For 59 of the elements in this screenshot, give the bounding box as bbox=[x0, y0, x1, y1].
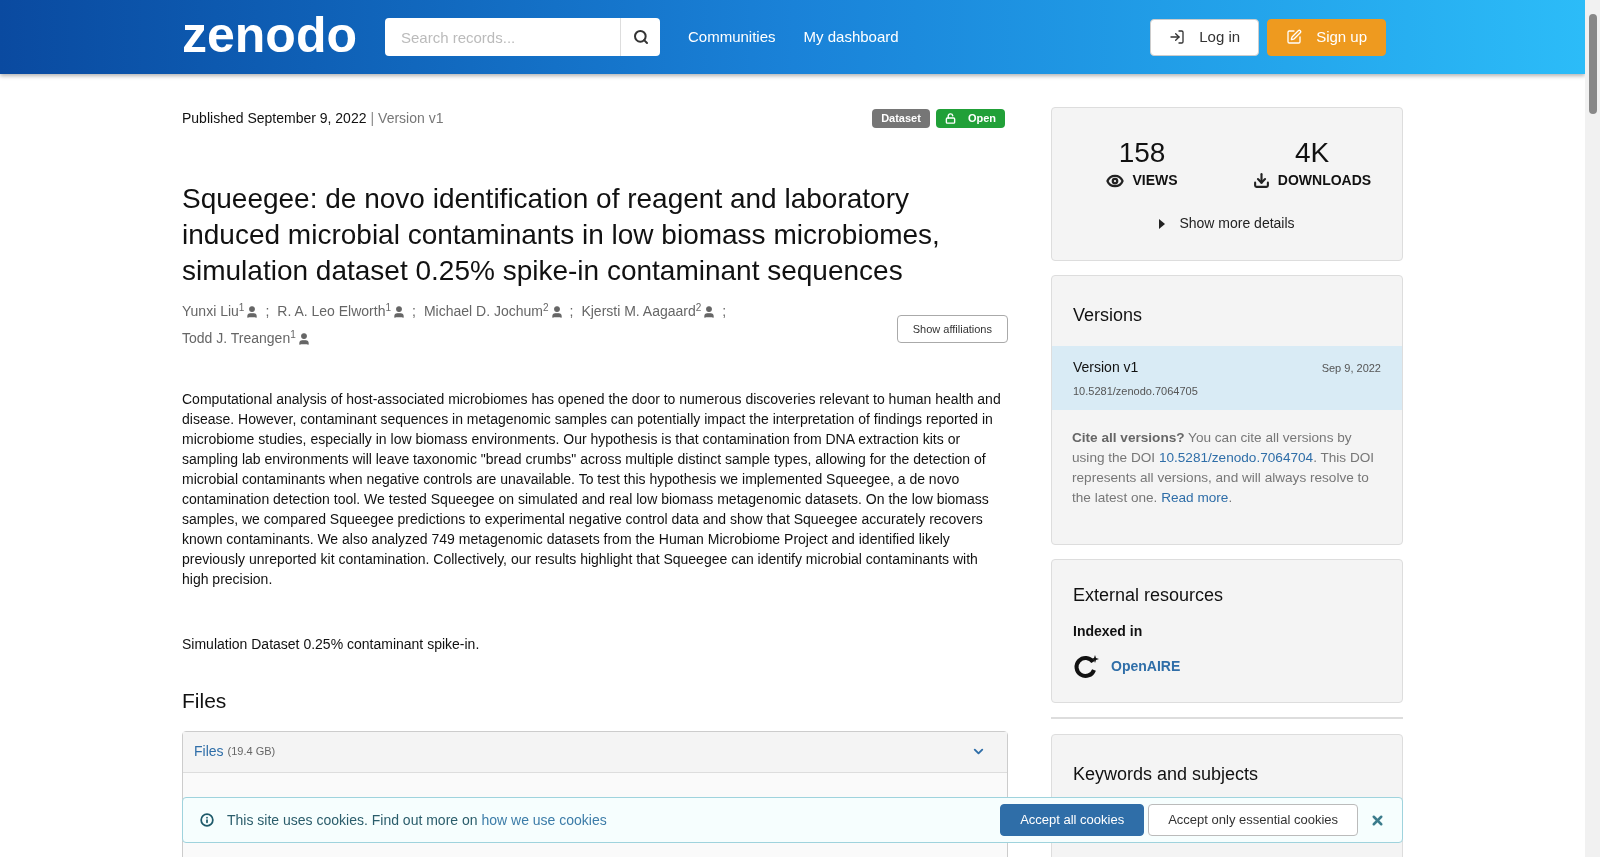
publication-date: Published September 9, 2022 bbox=[182, 108, 367, 128]
show-affiliations-button[interactable]: Show affiliations bbox=[896, 315, 1008, 343]
separator-text: ; bbox=[569, 302, 574, 321]
separator-text: | bbox=[370, 108, 375, 128]
files-panel-header[interactable]: Files (19.4 GB) bbox=[183, 731, 1007, 773]
creator-link[interactable]: Yunxi Liu$^{1}$ bbox=[182, 298, 245, 325]
stat-value: 4K bbox=[1294, 138, 1330, 168]
creator-link[interactable]: Todd J. Treangen$^{1}$ bbox=[182, 325, 296, 352]
search-field[interactable]: Search records... bbox=[385, 18, 620, 56]
stat-value: 158 bbox=[1118, 138, 1166, 168]
separator-text: ; bbox=[722, 302, 727, 321]
login-icon bbox=[1169, 29, 1186, 45]
keywords-heading: Keywords and subjects bbox=[1073, 762, 1260, 786]
nav-link[interactable]: My dashboard bbox=[803, 25, 899, 49]
files-size: (19.4 GB) bbox=[227, 744, 276, 760]
caret-right-icon bbox=[1159, 218, 1166, 229]
separator-text: ; bbox=[265, 302, 270, 321]
version-label: Version v1 bbox=[378, 108, 444, 128]
person-icon bbox=[702, 304, 717, 319]
openaire-link[interactable]: OpenAIRE bbox=[1111, 656, 1181, 677]
files-title: Files bbox=[194, 742, 224, 761]
separator-text: ; bbox=[412, 302, 416, 321]
person-icon bbox=[392, 304, 406, 319]
description-text: Computational analysis of host-associated microbiomes has opened the door to numerous discoveries relevant to human health and disease. However, contaminant sequences in metagenomic samples can potentially impact the interpretation of findings reported in microbiome studies, especially in low biomass environments. Our hypothesis is that contamination from DNA extraction kits or sampling lab environments will leave taxonomic "bread crumbs" across multiple distinct sample types, allowing for the detection of microbial contaminants when negative controls are unavailable. To test this hypothesis we implemented Squeegee, a de novo contamination detection tool. We tested Squeegee on simulated and real low biomass metagenomic datasets. On the low biomass samples, we compared Squeegee predictions to experimental negative control data and show that Squeegee accurately recovers known contaminants. We also analyzed 749 metagenomic datasets from the Human Microbiome Project and identified likely previously unreported kit contamination. Collectively, our results highlight that Squeegee can identify microbial contaminants with high precision. bbox=[182, 390, 1002, 589]
version-doi: 10.5281/zenodo.7064705 bbox=[1073, 384, 1199, 399]
search-icon bbox=[632, 29, 649, 45]
login-button[interactable]: Log in bbox=[1150, 18, 1260, 56]
version-date: Sep 9, 2022 bbox=[1321, 361, 1381, 376]
person-icon bbox=[296, 331, 311, 346]
version-title: Version v1 bbox=[1073, 358, 1139, 377]
openaire-logo-icon bbox=[1073, 653, 1099, 680]
cookie-notice-text: This site uses cookies. Find out more on how we use cookies bbox=[227, 810, 607, 830]
accept-all-cookies-button[interactable]: Accept all cookies bbox=[1000, 804, 1145, 836]
close-icon[interactable] bbox=[1370, 812, 1385, 828]
files-heading: Files bbox=[182, 688, 228, 714]
cite-all-versions-text: Cite all versions? You can cite all versions by using the DOI 10.5281/zenodo.7064704. This DOI represents all versions, and will always resolve to the latest one. Read more. bbox=[1071, 428, 1376, 507]
creator-link[interactable]: Kjersti M. Aagaard$^{2}$ bbox=[581, 298, 702, 325]
nav-link[interactable]: Communities bbox=[688, 25, 776, 49]
download-icon bbox=[1252, 172, 1270, 189]
external-resources-heading: External resources bbox=[1073, 583, 1225, 607]
edit-icon bbox=[1286, 29, 1303, 45]
note-text: Simulation Dataset 0.25% contaminant spike-in. bbox=[182, 635, 481, 654]
search-button[interactable] bbox=[620, 18, 660, 56]
info-icon bbox=[200, 813, 214, 827]
accept-essential-cookies-button[interactable]: Accept only essential cookies bbox=[1148, 804, 1358, 836]
show-more-details-button[interactable]: Show more details bbox=[1159, 213, 1295, 234]
creator-link[interactable]: R. A. Leo Elworth$^{1}$ bbox=[277, 298, 391, 325]
cookie-policy-link[interactable]: how we use cookies bbox=[481, 811, 607, 828]
person-icon bbox=[549, 304, 564, 319]
creator-link[interactable]: Michael D. Jochum$^{2}$ bbox=[423, 298, 549, 325]
resource-type-badge: Dataset bbox=[872, 108, 930, 128]
access-badge: Open bbox=[935, 108, 1005, 128]
indexed-in-label: Indexed in bbox=[1073, 621, 1144, 641]
version-item[interactable]: Version v1 Sep 9, 2022 10.5281/zenodo.7064705 bbox=[1052, 346, 1402, 410]
versions-heading: Versions bbox=[1072, 304, 1144, 327]
stat-label: VIEWS bbox=[1132, 171, 1178, 190]
stat-label: DOWNLOADS bbox=[1277, 171, 1372, 190]
person-icon bbox=[245, 304, 260, 319]
record-title: Squeegee: de novo identification of reagent and laboratory induced microbial contaminants in low biomass microbiomes, simulation dataset 0.25% spike-in contaminant sequences bbox=[182, 182, 941, 288]
